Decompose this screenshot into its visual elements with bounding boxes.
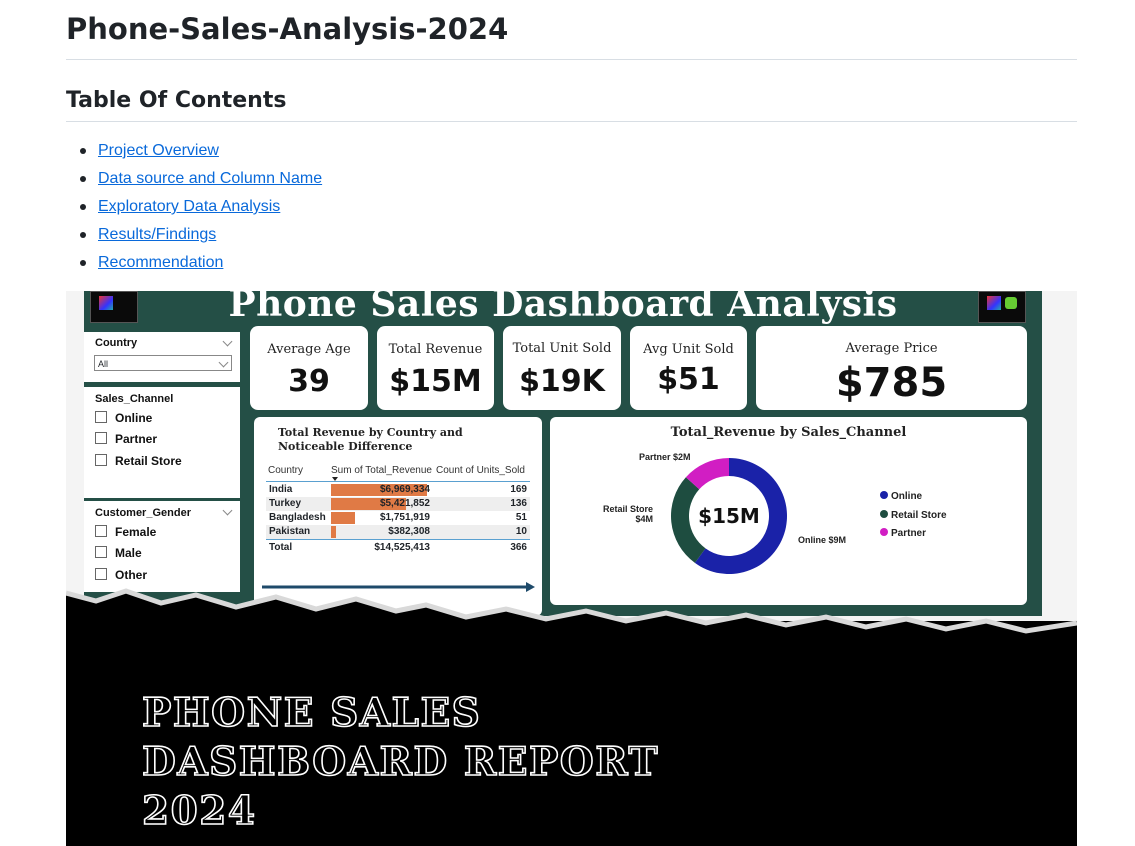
- toc-link-recommendation[interactable]: Recommendation: [98, 254, 223, 271]
- option-retail-store[interactable]: Retail Store: [95, 454, 182, 468]
- banner-image: Phone Sales Dashboard Analysis Country A…: [66, 291, 1077, 846]
- toc-item: Data source and Column Name: [66, 168, 322, 196]
- checkbox-icon: [95, 568, 107, 580]
- donut-title: Total_Revenue by Sales_Channel: [670, 425, 907, 440]
- toc-link-eda[interactable]: Exploratory Data Analysis: [98, 198, 280, 215]
- dashboard-frame: Phone Sales Dashboard Analysis Country A…: [84, 291, 1042, 616]
- kpi-total-revenue: Total Revenue $15M: [377, 326, 494, 410]
- checkbox-icon: [95, 454, 107, 466]
- sales-channel-title: Sales_Channel: [95, 393, 174, 405]
- legend-dot-icon: [880, 528, 888, 536]
- toc-link-data-source[interactable]: Data source and Column Name: [98, 170, 322, 187]
- country-slicer: Country All: [84, 332, 240, 382]
- dashboard-title: Phone Sales Dashboard Analysis: [228, 291, 898, 325]
- checkbox-icon: [95, 432, 107, 444]
- toc-item: Exploratory Data Analysis: [66, 196, 322, 224]
- table-header-country: Country: [268, 465, 304, 476]
- toc-list: Project Overview Data source and Column …: [66, 140, 322, 280]
- table-row: Bangladesh $1,751,919 51: [266, 511, 530, 525]
- table-row: Turkey $5,421,852 136: [266, 497, 530, 511]
- chevron-down-icon: [218, 357, 229, 368]
- torn-paper-edge: [66, 588, 1077, 651]
- checkbox-icon: [95, 411, 107, 423]
- gender-slicer: Customer_Gender Female Male Other: [84, 501, 240, 592]
- kpi-avg-unit-sold: Avg Unit Sold $51: [630, 326, 747, 410]
- brand-logo-icon: [90, 291, 138, 323]
- toc-item: Recommendation: [66, 252, 322, 280]
- table-header-revenue: Sum of Total_Revenue: [331, 465, 432, 476]
- table-row: Pakistan $382,308 10: [266, 525, 530, 539]
- option-partner[interactable]: Partner: [95, 432, 157, 446]
- dashboard-screenshot: Phone Sales Dashboard Analysis Country A…: [66, 291, 1077, 621]
- country-selected: All: [98, 359, 109, 369]
- table-header-units: Count of Units_Sold: [436, 465, 525, 476]
- toc-heading: Table Of Contents: [66, 88, 287, 113]
- donut-label-partner: Partner $2M: [639, 452, 691, 462]
- revenue-bar: [331, 512, 355, 524]
- legend-online: Online: [880, 491, 922, 502]
- chevron-down-icon[interactable]: [222, 505, 233, 516]
- toc-link-results[interactable]: Results/Findings: [98, 226, 216, 243]
- checkbox-icon: [95, 525, 107, 537]
- gender-slicer-title: Customer_Gender: [95, 507, 191, 519]
- legend-retail-store: Retail Store: [880, 510, 947, 521]
- table-title: Total Revenue by Country and Noticeable …: [278, 426, 463, 453]
- revenue-bar: [331, 526, 336, 538]
- report-title: PHONE SALES DASHBOARD REPORT 2024: [141, 689, 660, 835]
- option-male[interactable]: Male: [95, 546, 142, 560]
- donut-chart-card: Total_Revenue by Sales_Channel $15M Part…: [550, 417, 1027, 605]
- kpi-average-age: Average Age 39: [250, 326, 368, 410]
- option-other[interactable]: Other: [95, 568, 147, 582]
- legend-partner: Partner: [880, 528, 926, 539]
- toc-item: Project Overview: [66, 140, 322, 168]
- toc-item: Results/Findings: [66, 224, 322, 252]
- toc-divider: [66, 121, 1077, 122]
- android-logo-icon: [978, 291, 1026, 323]
- checkbox-icon: [95, 546, 107, 558]
- chevron-down-icon[interactable]: [222, 336, 233, 347]
- donut-label-retail: Retail Store $4M: [603, 504, 654, 524]
- title-divider: [66, 59, 1077, 60]
- country-dropdown[interactable]: All: [94, 355, 232, 371]
- legend-dot-icon: [880, 491, 888, 499]
- total-divider: [266, 539, 530, 540]
- legend-dot-icon: [880, 510, 888, 518]
- header-divider: [266, 481, 530, 482]
- table-total-row: Total $14,525,413 366: [269, 542, 527, 553]
- table-row: India $6,969,334 169: [266, 483, 530, 497]
- country-slicer-title: Country: [95, 337, 138, 349]
- toc-link-project-overview[interactable]: Project Overview: [98, 142, 219, 159]
- kpi-average-price: Average Price $785: [756, 326, 1027, 410]
- sales-channel-slicer: Sales_Channel Online Partner Retail Stor…: [84, 387, 240, 498]
- donut-label-online: Online $9M: [798, 535, 847, 545]
- kpi-total-unit-sold: Total Unit Sold $19K: [503, 326, 621, 410]
- page-title: Phone-Sales-Analysis-2024: [66, 12, 509, 46]
- option-online[interactable]: Online: [95, 411, 152, 425]
- option-female[interactable]: Female: [95, 525, 156, 539]
- donut-center-value: $15M: [698, 504, 760, 528]
